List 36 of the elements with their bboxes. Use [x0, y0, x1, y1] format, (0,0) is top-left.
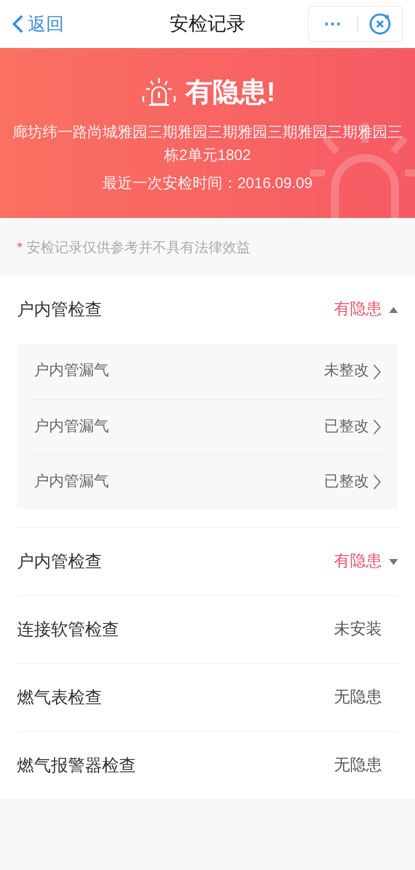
check-status: 有隐患	[334, 552, 382, 572]
item-name: 户内管漏气	[34, 361, 109, 382]
expand-toggle[interactable]	[389, 558, 398, 564]
check-name: 户内管检查	[17, 550, 102, 573]
check-name: 燃气报警器检查	[17, 754, 136, 777]
sub-item-row[interactable]: 户内管漏气 已整改	[34, 454, 381, 509]
item-name: 户内管漏气	[34, 416, 109, 437]
check-status: 无隐患	[334, 688, 382, 708]
back-link[interactable]: 返回	[12, 10, 64, 38]
chevron-right-icon	[373, 419, 381, 435]
item-status: 已整改	[324, 416, 369, 437]
check-name: 连接软管检查	[17, 618, 119, 641]
chevron-right-icon	[373, 474, 381, 490]
chevron-right-icon	[373, 364, 381, 380]
check-status: 无隐患	[334, 756, 382, 776]
expand-toggle[interactable]	[389, 307, 398, 313]
last-check-time: 最近一次安检时间：2016.09.09	[102, 174, 313, 194]
asterisk: *	[17, 238, 22, 256]
check-status: 有隐患	[334, 300, 382, 320]
alert-heading: 有隐患!	[186, 76, 276, 109]
item-name: 户内管漏气	[34, 472, 109, 492]
check-name: 户内管检查	[17, 299, 102, 322]
triangle-down-icon	[389, 558, 398, 564]
sub-item-row[interactable]: 户内管漏气 未整改	[34, 344, 381, 399]
siren-icon	[140, 76, 178, 108]
disclaimer-text: 安检记录仅供参考并不具有法律效益	[26, 238, 250, 256]
check-status: 未安装	[334, 620, 382, 640]
close-icon	[368, 12, 392, 36]
check-name: 燃气表检查	[17, 686, 102, 709]
triangle-up-icon	[389, 307, 398, 313]
back-chevron-icon	[12, 14, 24, 34]
page-title: 安检记录	[168, 13, 246, 37]
address-text: 廊坊纬一路尚城雅园三期雅园三期雅园三期雅园三期雅园三栋2单元1802	[12, 122, 404, 166]
sub-item-row[interactable]: 户内管漏气 已整改	[34, 399, 381, 454]
item-status: 未整改	[324, 361, 369, 382]
item-status: 已整改	[324, 472, 369, 492]
